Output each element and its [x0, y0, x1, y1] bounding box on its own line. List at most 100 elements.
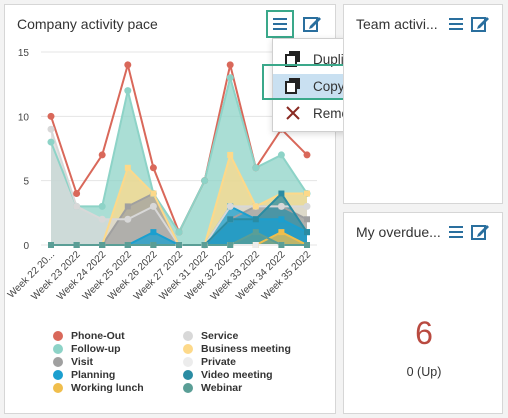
legend-item[interactable]: Working lunch [53, 382, 144, 394]
data-point[interactable] [277, 151, 285, 159]
y-tick-label: 15 [18, 48, 30, 59]
legend-item[interactable]: Phone-Out [53, 330, 125, 342]
data-point[interactable] [278, 242, 285, 248]
edit-tile-button[interactable] [470, 14, 490, 34]
data-point[interactable] [73, 190, 81, 198]
data-point[interactable] [226, 74, 234, 82]
data-point[interactable] [149, 202, 157, 210]
data-point[interactable] [252, 203, 259, 210]
data-point[interactable] [98, 215, 106, 223]
hamburger-icon [449, 18, 463, 30]
legend-marker [53, 370, 63, 380]
legend-label: Phone-Out [71, 330, 125, 342]
legend-item[interactable]: Webinar [183, 382, 242, 394]
y-tick-label: 5 [23, 177, 29, 188]
data-point[interactable] [124, 164, 131, 171]
legend-label: Planning [71, 369, 116, 381]
legend-label: Business meeting [201, 343, 291, 355]
data-point[interactable] [252, 229, 259, 236]
data-point[interactable] [304, 216, 310, 223]
data-point[interactable] [252, 164, 260, 172]
tile-menu-button[interactable] [266, 10, 294, 38]
data-point[interactable] [278, 216, 285, 223]
data-point[interactable] [47, 125, 55, 133]
data-point[interactable] [124, 203, 131, 210]
team-activity-tile: Team activi... [343, 4, 503, 204]
legend-marker [183, 357, 193, 367]
legend-label: Visit [71, 356, 93, 368]
legend-label: Private [201, 356, 237, 368]
data-point[interactable] [150, 190, 157, 197]
data-point[interactable] [226, 61, 234, 69]
data-point[interactable] [149, 164, 157, 172]
hamburger-icon [273, 18, 287, 30]
legend-label: Follow-up [71, 343, 121, 355]
data-point[interactable] [277, 202, 285, 210]
data-point[interactable] [150, 242, 157, 248]
data-point[interactable] [227, 216, 234, 223]
tile-menu-button[interactable] [446, 14, 466, 34]
tile-title: My overdue... [356, 224, 441, 240]
legend-marker [183, 344, 193, 354]
legend-item[interactable]: Service [183, 330, 238, 342]
overdue-count: 6 [415, 315, 433, 351]
data-point[interactable] [99, 242, 106, 248]
legend-marker [53, 344, 63, 354]
data-point[interactable] [201, 177, 209, 185]
data-point[interactable] [73, 202, 81, 210]
edit-icon [471, 17, 489, 32]
tile-title: Company activity pace [17, 16, 158, 32]
edit-tile-button[interactable] [470, 222, 490, 242]
close-icon [273, 106, 313, 120]
legend-label: Webinar [201, 382, 243, 394]
legend-item[interactable]: Private [183, 356, 236, 368]
tile-menu-button[interactable] [446, 222, 466, 242]
data-point[interactable] [304, 229, 310, 236]
data-point[interactable] [304, 242, 310, 248]
legend-label: Service [201, 330, 239, 342]
legend-marker [53, 331, 63, 341]
legend-marker [183, 383, 193, 393]
legend-label: Video meeting [201, 369, 273, 381]
data-point[interactable] [48, 242, 54, 248]
data-point[interactable] [227, 151, 234, 158]
data-point[interactable] [176, 242, 182, 248]
data-point[interactable] [124, 242, 131, 248]
overdue-change: 0 (Up) [406, 365, 442, 379]
legend-item[interactable]: Planning [53, 369, 115, 381]
data-point[interactable] [252, 216, 259, 223]
data-point[interactable] [98, 202, 106, 210]
legend-marker [183, 331, 193, 341]
legend-item[interactable]: Video meeting [183, 369, 273, 381]
data-point[interactable] [304, 190, 310, 197]
data-point[interactable] [47, 112, 55, 120]
data-point[interactable] [124, 215, 132, 223]
data-point[interactable] [201, 242, 208, 248]
tile-title: Team activi... [356, 16, 438, 32]
data-point[interactable] [278, 229, 285, 236]
hamburger-icon [449, 226, 463, 238]
data-point[interactable] [227, 242, 234, 248]
data-point[interactable] [150, 229, 157, 236]
data-point[interactable] [175, 228, 183, 236]
data-point[interactable] [98, 151, 106, 159]
data-point[interactable] [278, 190, 285, 197]
overdue-tile: My overdue... 6 0 (Up) [343, 212, 503, 414]
data-point[interactable] [252, 242, 259, 248]
y-tick-label: 0 [23, 241, 29, 252]
legend-item[interactable]: Follow-up [53, 343, 121, 355]
legend-marker [183, 370, 193, 380]
data-point[interactable] [47, 138, 55, 146]
legend-label: Working lunch [71, 382, 144, 394]
legend-item[interactable]: Business meeting [183, 343, 291, 355]
legend-marker [53, 383, 63, 393]
edit-tile-button[interactable] [302, 14, 322, 34]
edit-icon [471, 225, 489, 240]
data-point[interactable] [73, 242, 80, 248]
data-point[interactable] [226, 202, 234, 210]
data-point[interactable] [303, 202, 311, 210]
legend-item[interactable]: Visit [53, 356, 93, 368]
data-point[interactable] [124, 87, 132, 95]
data-point[interactable] [124, 61, 132, 69]
data-point[interactable] [303, 151, 311, 159]
